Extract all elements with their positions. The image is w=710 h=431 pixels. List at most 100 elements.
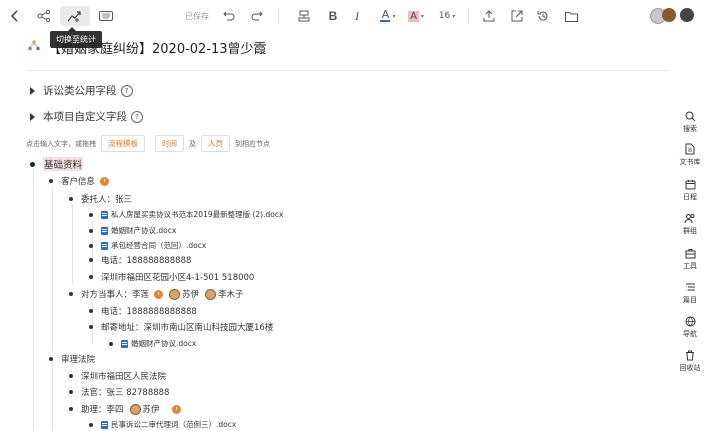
- bullet: [89, 228, 93, 233]
- word-doc-icon: [121, 339, 128, 348]
- tree-node-root[interactable]: 基础资料: [30, 157, 84, 171]
- bullet: [89, 309, 93, 313]
- clock-icon[interactable]: [171, 404, 181, 414]
- divider: [468, 9, 469, 23]
- tree-node-phone[interactable]: 电话：1888888888888: [89, 305, 197, 317]
- bullet: [89, 325, 93, 329]
- word-doc-icon: [101, 210, 108, 219]
- person-name: 苏伊: [142, 405, 160, 415]
- tree-node-entrusted[interactable]: 委托人：张三: [69, 193, 132, 205]
- bullet: [49, 357, 53, 361]
- chevron-down-icon: ▾: [452, 12, 456, 20]
- export-icon[interactable]: [482, 6, 496, 26]
- node-label: 邮寄地址：深圳市南山区南山科技园大厦16楼: [101, 323, 274, 333]
- back-icon[interactable]: [8, 6, 22, 26]
- font-color-button[interactable]: A ▾: [376, 6, 400, 26]
- tree-node-doc[interactable]: 民事诉讼二审代理词（范例三）.docx: [89, 419, 236, 430]
- hint-suffix: 到相应节点: [235, 139, 270, 148]
- saved-status: 已保存: [185, 12, 209, 21]
- background-color-button[interactable]: A ▾: [404, 6, 428, 26]
- avatar: [169, 288, 181, 300]
- tree-node-assistant[interactable]: 助理：李四 苏伊: [69, 403, 181, 415]
- sidebar-item-documents[interactable]: 文书库: [670, 143, 710, 167]
- font-size-select[interactable]: 16 ▾: [436, 6, 458, 26]
- clock-icon[interactable]: [154, 289, 164, 299]
- person-name: 李木子: [218, 290, 244, 300]
- sidebar-label: 工具: [683, 262, 697, 270]
- tree-node-phone[interactable]: 电话：188888888888: [89, 254, 191, 266]
- tree-node-court[interactable]: 深圳市福田区人民法院: [69, 370, 166, 382]
- bullet: [69, 197, 73, 201]
- folder-icon[interactable]: [564, 6, 578, 26]
- flow-template-chip[interactable]: 流程模板: [101, 135, 145, 152]
- sidebar-item-groups[interactable]: 群组: [670, 212, 710, 236]
- sidebar-label: 群组: [683, 227, 697, 235]
- trash-icon: [684, 349, 696, 361]
- node-label: 民事诉讼二审代理词（范例三）.docx: [111, 420, 237, 429]
- open-external-icon[interactable]: [510, 6, 524, 26]
- tree-guide-line: [72, 204, 73, 284]
- tree-node-doc[interactable]: 婚姻财产协议.docx: [109, 338, 196, 349]
- sidebar-item-trash[interactable]: 回收站: [670, 349, 710, 373]
- divider: [278, 9, 279, 23]
- section-public-fields[interactable]: 诉讼类公用字段 ?: [30, 83, 133, 98]
- switch-to-statistics-button[interactable]: [60, 6, 90, 26]
- sidebar-label: 搜索: [683, 125, 697, 133]
- word-doc-icon: [101, 420, 108, 429]
- tree-guide-line: [52, 362, 53, 431]
- redo-icon[interactable]: [250, 6, 264, 26]
- bullet: [69, 407, 73, 411]
- bullet: [69, 292, 73, 296]
- tree-node-court-section[interactable]: 审理法院: [49, 353, 95, 365]
- tree-node-client[interactable]: 客户信息: [49, 175, 110, 187]
- clock-icon[interactable]: [100, 176, 110, 186]
- sidebar-label: 日程: [683, 193, 697, 201]
- time-chip[interactable]: 时间: [155, 135, 184, 152]
- node-label: 委托人：张三: [81, 195, 133, 205]
- history-icon[interactable]: [536, 6, 550, 26]
- user-avatar[interactable]: [662, 8, 676, 22]
- page-title[interactable]: 【婚姻家庭纠纷】2020-02-13曾少霞: [48, 38, 267, 57]
- sidebar-item-navigation[interactable]: 导航: [670, 315, 710, 339]
- keyboard-icon[interactable]: [98, 6, 114, 26]
- node-label: 客户信息: [61, 177, 96, 187]
- share-nodes-icon[interactable]: [34, 6, 54, 26]
- person-tag[interactable]: 苏伊: [129, 403, 160, 415]
- help-icon[interactable]: ?: [131, 110, 143, 123]
- avatar: [129, 403, 141, 415]
- tree-node-doc[interactable]: 承包经营合同（范回）.docx: [89, 240, 206, 251]
- person-name: 苏伊: [182, 290, 200, 300]
- bold-button[interactable]: B: [326, 6, 340, 26]
- sidebar-item-schedule[interactable]: 日程: [670, 178, 710, 202]
- chevron-down-icon: ▾: [392, 12, 396, 20]
- mindmap-icon: [28, 40, 40, 54]
- sidebar-item-outline[interactable]: 篇目: [670, 281, 710, 305]
- tree-node-address[interactable]: 深圳市福田区花园小区4-1-501 518000: [89, 271, 254, 283]
- tree-node-judge[interactable]: 法官：张三 82788888: [69, 386, 169, 398]
- tree-node-doc[interactable]: 婚姻财产协议.docx: [89, 225, 176, 236]
- sidebar-label: 回收站: [679, 364, 701, 372]
- bullet: [89, 212, 93, 217]
- avatar: [205, 288, 217, 300]
- help-icon[interactable]: ?: [120, 84, 133, 97]
- toolbar: 已保存 B I A ▾ A ▾ 16 ▾: [0, 0, 710, 32]
- sidebar-item-search[interactable]: 搜索: [670, 110, 710, 134]
- tree-node-opponent[interactable]: 对方当事人：李莲 苏伊 李木子: [69, 288, 244, 300]
- italic-button[interactable]: I: [350, 6, 364, 26]
- user-avatar[interactable]: [680, 8, 694, 22]
- section-custom-fields[interactable]: 本项目自定义字段 ?: [30, 109, 143, 124]
- sidebar-item-tools[interactable]: 工具: [670, 247, 710, 271]
- search-icon: [684, 110, 696, 122]
- undo-icon[interactable]: [222, 6, 236, 26]
- tree-node-mail-address[interactable]: 邮寄地址：深圳市南山区南山科技园大厦16楼: [89, 321, 273, 333]
- bullet: [89, 243, 93, 248]
- person-tag[interactable]: 李木子: [205, 288, 244, 300]
- drag-hint: 点击输入文字，或拖拽 流程模板 时间 及 人员 到相应节点: [26, 135, 270, 152]
- person-chip[interactable]: 人员: [201, 135, 230, 152]
- font-color-swatch: [380, 20, 391, 22]
- tree-node-doc[interactable]: 私人房屋买卖协议书范本2019最新整理版 (2).docx: [89, 209, 283, 220]
- person-tag[interactable]: 苏伊: [169, 288, 199, 300]
- calendar-icon: [684, 178, 696, 190]
- tree-guide-line: [52, 186, 53, 351]
- format-painter-icon[interactable]: [296, 6, 312, 26]
